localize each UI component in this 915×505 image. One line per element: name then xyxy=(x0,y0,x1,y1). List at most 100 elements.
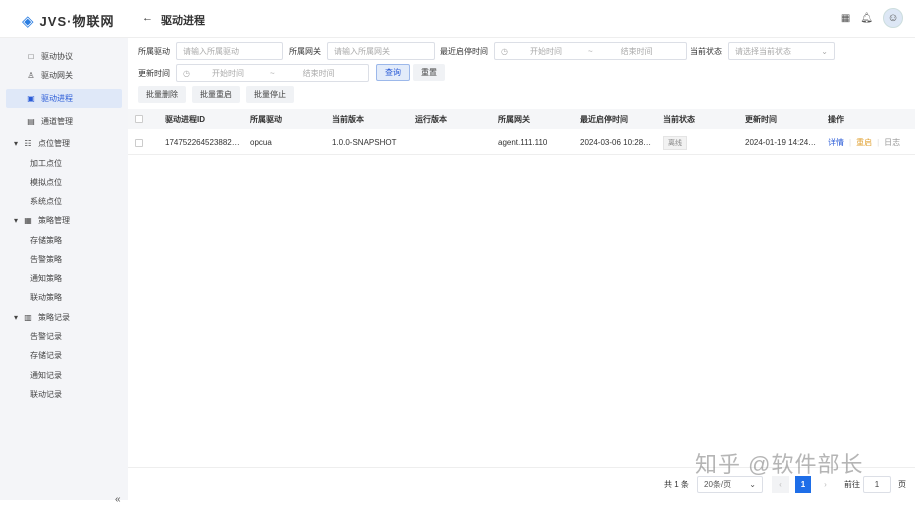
chevron-down-icon: ⌄ xyxy=(821,46,828,56)
sidebar-item[interactable]: ▤ 通道管理 xyxy=(6,112,122,131)
page-title: 驱动进程 xyxy=(161,15,205,27)
batch-delete-button[interactable]: 批量删除 xyxy=(138,86,186,103)
clock-icon: ◷ xyxy=(183,68,190,78)
cell-updated: 2024-01-19 14:24… xyxy=(745,138,817,147)
chevron-down-icon: ⌄ xyxy=(749,480,756,489)
sidebar-item[interactable]: 联动记录 xyxy=(6,385,122,404)
sidebar-item-label: 加工点位 xyxy=(30,159,62,168)
col-header: 所属网关 xyxy=(498,114,530,124)
sidebar-item[interactable]: 通知策略 xyxy=(6,269,122,288)
menu-icon: ▥ xyxy=(24,313,32,322)
sidebar-item[interactable]: 加工点位 xyxy=(6,154,122,173)
sidebar-item[interactable]: 存储记录 xyxy=(6,346,122,365)
sidebar-group[interactable]: ▾ ☷ 点位管理 xyxy=(6,134,122,153)
sidebar-group[interactable]: ▾ ▦ 策略管理 xyxy=(6,211,122,230)
sidebar-group[interactable]: ▾ ▥ 策略记录 xyxy=(6,308,122,327)
log-link[interactable]: 日志 xyxy=(884,137,900,148)
menu-icon: ☷ xyxy=(24,139,32,148)
sidebar-item[interactable]: ▣ 驱动进程 xyxy=(6,89,122,108)
back-icon[interactable]: ← xyxy=(142,12,153,28)
query-button[interactable]: 查询 xyxy=(376,64,410,81)
row-checkbox[interactable] xyxy=(135,138,143,147)
sidebar-item-label: 系统点位 xyxy=(30,197,62,206)
menu-icon: ▣ xyxy=(27,94,35,103)
sidebar-item[interactable]: 系统点位 xyxy=(6,192,122,211)
end-placeholder: 结束时间 xyxy=(620,46,653,56)
range-sep: ~ xyxy=(269,68,275,78)
sidebar-item[interactable]: 存储策略 xyxy=(6,231,122,250)
select-all-checkbox[interactable] xyxy=(135,115,143,123)
sidebar-item[interactable]: ♙ 驱动网关 xyxy=(6,66,122,85)
caret-down-icon: ▾ xyxy=(14,216,19,225)
app-logo[interactable]: ◈ JVS·物联网 xyxy=(22,11,114,30)
clock-icon: ◷ xyxy=(501,46,508,56)
menu-icon: ♙ xyxy=(27,71,35,80)
avatar[interactable]: ☺ xyxy=(883,8,903,28)
last-start-label: 最近启停时间 xyxy=(440,46,488,56)
bell-icon[interactable]: 🔔︎ xyxy=(860,13,873,24)
last-start-range[interactable]: ◷ 开始时间 ~ 结束时间 xyxy=(494,42,687,60)
status-placeholder: 请选择当前状态 xyxy=(735,46,791,56)
col-header: 驱动进程ID xyxy=(165,114,205,124)
reset-button[interactable]: 重置 xyxy=(413,64,445,81)
sidebar-item[interactable]: 联动策略 xyxy=(6,288,122,307)
caret-down-icon: ▾ xyxy=(14,139,19,148)
sidebar-item-label: 点位管理 xyxy=(38,139,71,148)
col-header: 操作 xyxy=(828,114,844,124)
page-suffix: 页 xyxy=(898,480,906,489)
update-range[interactable]: ◷ 开始时间 ~ 结束时间 xyxy=(176,64,369,82)
top-header: ◈ JVS·物联网 ← 驱动进程 ▦ 🔔︎ ☺ xyxy=(0,0,915,38)
sidebar-item-label: 驱动协议 xyxy=(41,52,73,61)
status-badge: 离线 xyxy=(663,135,687,150)
col-header: 运行版本 xyxy=(415,114,447,124)
driver-label: 所属驱动 xyxy=(138,46,170,56)
logo-icon: ◈ xyxy=(22,12,35,30)
sidebar-item-label: 存储策略 xyxy=(30,236,62,245)
caret-down-icon: ▾ xyxy=(14,313,19,322)
restart-link[interactable]: 重启 xyxy=(856,137,872,148)
status-label: 当前状态 xyxy=(690,46,722,56)
cell-id: 174752264523882… xyxy=(165,138,240,147)
sidebar-item[interactable]: 告警记录 xyxy=(6,327,122,346)
sidebar-item[interactable]: 通知记录 xyxy=(6,366,122,385)
sidebar-item-label: 驱动网关 xyxy=(41,71,73,80)
driver-input[interactable]: 请输入所属驱动 xyxy=(176,42,283,60)
col-header: 最近启停时间 xyxy=(580,114,628,124)
apps-grid-icon[interactable]: ▦ xyxy=(841,13,850,24)
menu-icon: □ xyxy=(28,52,34,61)
sidebar-item-label: 通知记录 xyxy=(30,371,62,380)
watermark: 知乎 @软件部长 xyxy=(695,452,864,477)
goto-page-input[interactable]: 1 xyxy=(863,476,891,493)
sidebar-item[interactable]: 模拟点位 xyxy=(6,173,122,192)
col-header: 所属驱动 xyxy=(250,114,282,124)
sidebar-item-label: 联动记录 xyxy=(30,390,62,399)
app-name: JVS·物联网 xyxy=(39,14,115,29)
total-count: 共 1 条 xyxy=(664,480,689,489)
gateway-input[interactable]: 请输入所属网关 xyxy=(327,42,435,60)
page-size-value: 20条/页 xyxy=(704,480,732,489)
col-header: 当前状态 xyxy=(663,114,695,124)
update-label: 更新时间 xyxy=(138,68,170,78)
sidebar-item[interactable]: 告警策略 xyxy=(6,250,122,269)
gateway-label: 所属网关 xyxy=(289,46,321,56)
sidebar-item[interactable]: □ 驱动协议 xyxy=(6,47,122,66)
sidebar-item-label: 策略记录 xyxy=(38,313,71,322)
sidebar-item-label: 告警记录 xyxy=(30,332,62,341)
sidebar-item-label: 通知策略 xyxy=(30,274,62,283)
start-placeholder: 开始时间 xyxy=(529,46,562,56)
end-placeholder: 结束时间 xyxy=(302,68,335,78)
sidebar: □ 驱动协议 ♙ 驱动网关 ▣ 驱动进程 ▤ 通道管理 ▾ ☷ 点位管理加工点位模拟点位系统点位 ▾ ▦… xyxy=(0,38,128,505)
main-content: 所属驱动 请输入所属驱动 所属网关 请输入所属网关 最近启停时间 ◷ 开始时间 ~ 结束时间… xyxy=(128,38,915,500)
status-select[interactable]: 请选择当前状态 ⌄ xyxy=(728,42,835,60)
cell-version: 1.0.0-SNAPSHOT xyxy=(332,138,397,147)
batch-restart-button[interactable]: 批量重启 xyxy=(192,86,240,103)
sidebar-item-label: 告警策略 xyxy=(30,255,62,264)
sidebar-item-label: 通道管理 xyxy=(41,117,73,126)
detail-link[interactable]: 详情 xyxy=(828,137,844,148)
col-header: 更新时间 xyxy=(745,114,777,124)
table-row: 174752264523882… opcua 1.0.0-SNAPSHOT ag… xyxy=(128,131,915,155)
sidebar-item-label: 模拟点位 xyxy=(30,178,62,187)
batch-stop-button[interactable]: 批量停止 xyxy=(246,86,294,103)
table-header: 驱动进程ID 所属驱动 当前版本 运行版本 所属网关 最近启停时间 当前状态 更… xyxy=(128,109,915,129)
cell-driver: opcua xyxy=(250,138,272,147)
